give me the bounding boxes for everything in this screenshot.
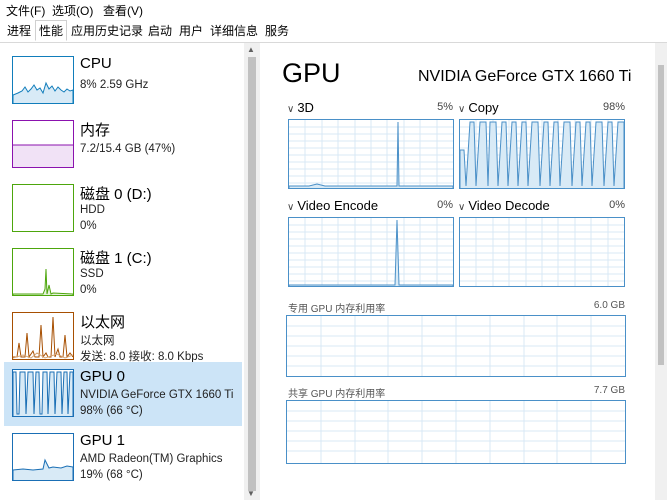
tab-services[interactable]: 服务 xyxy=(261,20,293,41)
ethernet-thumbnail xyxy=(12,312,74,360)
menu-view[interactable]: 查看(V) xyxy=(103,2,143,19)
tab-details[interactable]: 详细信息 xyxy=(206,20,262,41)
tab-bar: 进程 性能 应用历史记录 启动 用户 详细信息 服务 xyxy=(0,19,667,43)
engine-copy-pct: 98% xyxy=(602,101,625,113)
detail-scrollbar[interactable] xyxy=(655,43,667,500)
engine-video-encode-pct: 0% xyxy=(437,199,453,211)
chevron-down-icon: ∨ xyxy=(287,104,295,115)
sidebar-cpu-title: CPU xyxy=(80,55,112,72)
sidebar-item-gpu1[interactable]: GPU 1 AMD Radeon(TM) Graphics 19% (68 °C… xyxy=(4,426,242,490)
chevron-down-icon: ∨ xyxy=(458,202,466,213)
sidebar-gpu0-usage: 98% (66 °C) xyxy=(80,405,143,417)
engine-3d-label: 3D xyxy=(297,100,314,115)
engine-3d-selector[interactable]: ∨ 3D xyxy=(287,100,314,115)
engine-video-decode-label: Video Decode xyxy=(468,198,550,213)
sidebar-gpu1-model: AMD Radeon(TM) Graphics xyxy=(80,453,223,465)
menu-options[interactable]: 选项(O) xyxy=(52,2,93,19)
sidebar-scroll-thumb[interactable] xyxy=(248,57,256,491)
engine-video-decode-pct: 0% xyxy=(609,199,625,211)
sidebar-item-cpu[interactable]: CPU 8% 2.59 GHz xyxy=(4,49,242,113)
chevron-down-icon: ∨ xyxy=(458,104,466,115)
sidebar-memory-usage: 7.2/15.4 GB (47%) xyxy=(80,143,176,155)
shared-memory-graph xyxy=(286,400,626,464)
resource-sidebar: CPU 8% 2.59 GHz 内存 7.2/15.4 GB (47%) 磁盘 … xyxy=(0,43,244,500)
sidebar-disk0-title: 磁盘 0 (D:) xyxy=(80,186,152,203)
engine-copy-graph xyxy=(459,119,625,189)
sidebar-gpu1-usage: 19% (68 °C) xyxy=(80,469,143,481)
sidebar-item-disk0[interactable]: 磁盘 0 (D:) HDD 0% xyxy=(4,177,242,241)
sidebar-item-gpu0[interactable]: GPU 0 NVIDIA GeForce GTX 1660 Ti 98% (66… xyxy=(4,362,242,426)
engine-3d-pct: 5% xyxy=(437,101,453,113)
tab-users[interactable]: 用户 xyxy=(175,20,207,41)
page-title: GPU xyxy=(282,58,341,88)
sidebar-gpu0-model: NVIDIA GeForce GTX 1660 Ti xyxy=(80,389,234,401)
engine-video-encode-selector[interactable]: ∨ Video Encode xyxy=(287,198,378,213)
scroll-down-arrow-icon[interactable]: ▼ xyxy=(247,489,255,498)
engine-3d-graph xyxy=(288,119,454,189)
chevron-down-icon: ∨ xyxy=(287,202,295,213)
detail-scroll-thumb[interactable] xyxy=(658,65,664,365)
disk0-thumbnail xyxy=(12,184,74,232)
sidebar-item-memory[interactable]: 内存 7.2/15.4 GB (47%) xyxy=(4,113,242,177)
dedicated-memory-max: 6.0 GB xyxy=(593,300,625,311)
tab-performance[interactable]: 性能 xyxy=(35,20,68,41)
sidebar-scrollbar[interactable]: ▲ ▼ xyxy=(244,43,260,500)
shared-memory-max: 7.7 GB xyxy=(593,385,625,396)
cpu-thumbnail xyxy=(12,56,74,104)
tab-app-history[interactable]: 应用历史记录 xyxy=(67,20,147,41)
disk1-thumbnail xyxy=(12,248,74,296)
sidebar-item-disk1[interactable]: 磁盘 1 (C:) SSD 0% xyxy=(4,241,242,305)
menu-file[interactable]: 文件(F) xyxy=(6,2,45,19)
tab-processes[interactable]: 进程 xyxy=(3,20,35,41)
scroll-up-arrow-icon[interactable]: ▲ xyxy=(247,45,255,54)
dedicated-memory-label: 专用 GPU 内存利用率 xyxy=(288,304,386,315)
engine-video-encode-graph xyxy=(288,217,454,287)
engine-copy-label: Copy xyxy=(468,100,499,115)
sidebar-disk1-usage: 0% xyxy=(80,284,97,296)
sidebar-item-ethernet[interactable]: 以太网 以太网 发送: 8.0 接收: 8.0 Kbps xyxy=(4,305,242,369)
tab-startup[interactable]: 启动 xyxy=(144,20,176,41)
gpu1-thumbnail xyxy=(12,433,74,481)
engine-video-decode-graph xyxy=(459,217,625,287)
dedicated-memory-graph xyxy=(286,315,626,377)
shared-memory-label: 共享 GPU 内存利用率 xyxy=(288,389,386,400)
sidebar-disk1-title: 磁盘 1 (C:) xyxy=(80,250,152,267)
engine-copy-selector[interactable]: ∨ Copy xyxy=(458,100,499,115)
sidebar-disk0-usage: 0% xyxy=(80,220,97,232)
sidebar-gpu0-title: GPU 0 xyxy=(80,368,126,385)
sidebar-disk0-type: HDD xyxy=(80,204,105,216)
gpu-model-name: NVIDIA GeForce GTX 1660 Ti xyxy=(418,68,632,85)
engine-video-encode-label: Video Encode xyxy=(297,198,379,213)
menu-bar: 文件(F) 选项(O) 查看(V) xyxy=(0,0,667,19)
memory-thumbnail xyxy=(12,120,74,168)
gpu0-thumbnail xyxy=(12,369,74,417)
sidebar-memory-title: 内存 xyxy=(80,122,111,139)
engine-video-decode-selector[interactable]: ∨ Video Decode xyxy=(458,198,550,213)
sidebar-ethernet-name: 以太网 xyxy=(80,335,115,347)
sidebar-ethernet-title: 以太网 xyxy=(80,314,126,331)
sidebar-disk1-type: SSD xyxy=(80,268,104,280)
sidebar-cpu-usage: 8% 2.59 GHz xyxy=(80,79,149,91)
sidebar-gpu1-title: GPU 1 xyxy=(80,432,126,449)
